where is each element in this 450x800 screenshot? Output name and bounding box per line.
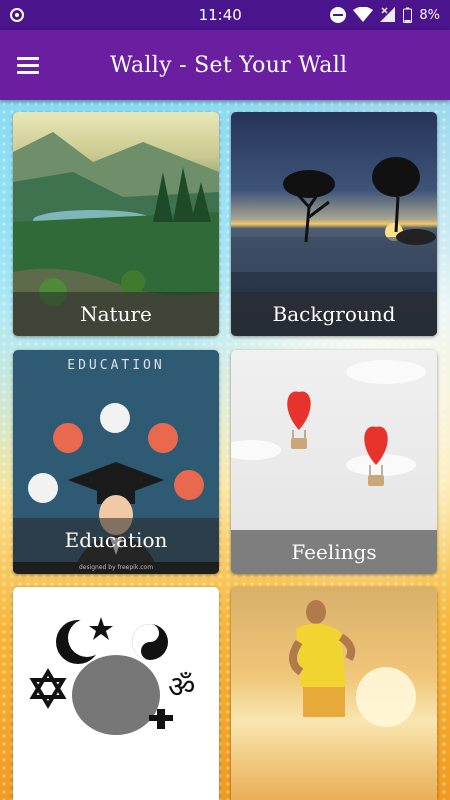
battery-percent: 8% [419,7,440,23]
category-card-education[interactable]: EDUCATION Education designed by freepik.… [13,350,219,574]
wifi-icon [353,7,374,22]
category-card-background[interactable]: Background [231,112,437,336]
status-time: 11:40 [198,6,242,24]
category-card-feelings[interactable]: Feelings [231,350,437,574]
svg-text:ॐ: ॐ [168,670,195,705]
app-title: Wally - Set Your Wall [110,52,348,78]
status-bar: 11:40 8% [0,0,450,30]
category-label: Nature [13,292,219,336]
category-label: Education [13,518,219,562]
signal-icon [380,7,396,22]
image-credit: designed by freepik.com [13,562,219,574]
category-label: Background [231,292,437,336]
app-bar: Wally - Set Your Wall [0,30,450,100]
dnd-icon [330,7,347,23]
hamburger-menu-icon[interactable] [0,30,56,100]
category-label: Feelings [231,530,437,574]
category-card-nature[interactable]: Nature [13,112,219,336]
category-grid: Nature Background EDUCATION Education de… [0,100,450,800]
category-label [13,767,219,800]
record-icon [10,8,24,22]
category-label [231,767,437,800]
battery-icon [403,7,413,23]
category-card-religion[interactable]: ॐ [13,587,219,800]
category-card-sport[interactable] [231,587,437,800]
education-image-text: EDUCATION [67,358,165,373]
